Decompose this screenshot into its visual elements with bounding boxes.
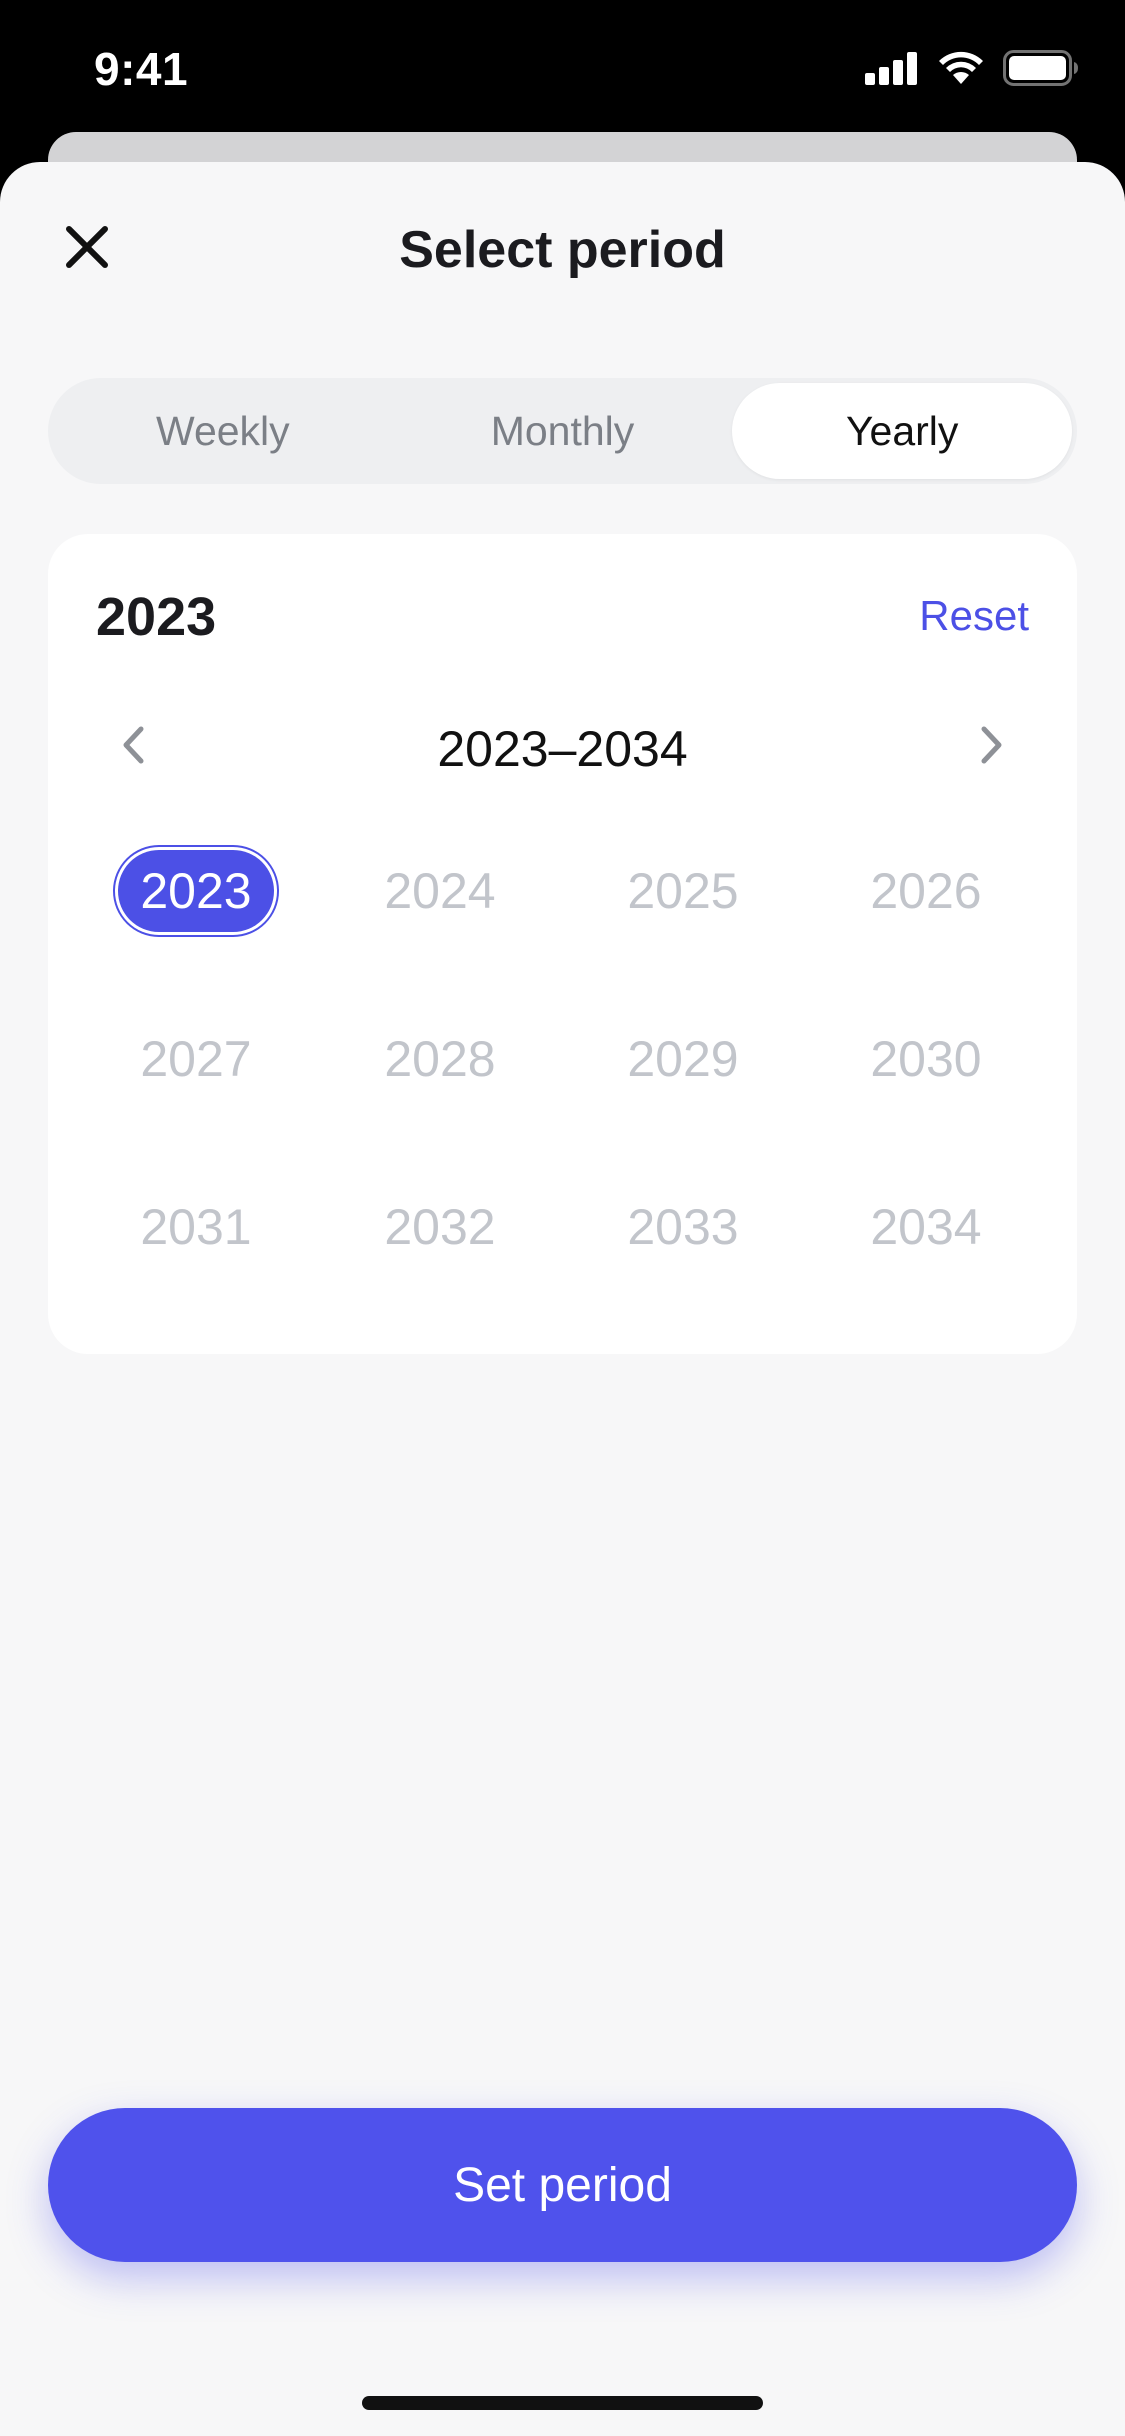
next-range-button[interactable] (961, 716, 1023, 778)
status-time: 9:41 (94, 43, 189, 95)
year-cell-2033[interactable]: 2033 (593, 1182, 773, 1272)
year-cell-2023[interactable]: 2023 (118, 850, 274, 932)
home-indicator[interactable] (362, 2396, 763, 2410)
range-label: 2023–2034 (437, 721, 688, 777)
year-cell-2031[interactable]: 2031 (106, 1182, 286, 1272)
set-period-button[interactable]: Set period (48, 2108, 1077, 2262)
year-cell-2030[interactable]: 2030 (836, 1014, 1016, 1104)
status-bar: 9:41 (0, 0, 1125, 132)
year-cell-2028[interactable]: 2028 (350, 1014, 530, 1104)
sheet-title: Select period (399, 221, 726, 279)
sheet-header: Select period (0, 162, 1125, 332)
year-grid: 2023 2024 2025 2026 2027 2028 2029 2030 … (48, 846, 1077, 1350)
screen: 9:41 Select period Weekly Monthly Yearly… (0, 0, 1125, 2436)
reset-button[interactable]: Reset (919, 592, 1029, 640)
tab-weekly[interactable]: Weekly (53, 383, 393, 479)
wifi-icon (937, 50, 985, 86)
year-picker-card: 2023 Reset 2023–2034 2023 2024 2025 2026… (48, 534, 1077, 1354)
year-cell-2025[interactable]: 2025 (593, 846, 773, 936)
range-navigation: 2023–2034 (48, 702, 1077, 792)
year-cell-2027[interactable]: 2027 (106, 1014, 286, 1104)
year-cell-2034[interactable]: 2034 (836, 1182, 1016, 1272)
year-cell-2026[interactable]: 2026 (836, 846, 1016, 936)
selected-year-label: 2023 (96, 587, 217, 647)
tab-monthly[interactable]: Monthly (393, 383, 733, 479)
status-icons (865, 50, 1079, 86)
year-cell-2032[interactable]: 2032 (350, 1182, 530, 1272)
period-sheet: Select period Weekly Monthly Yearly 2023… (0, 162, 1125, 2436)
year-cell-2024[interactable]: 2024 (350, 846, 530, 936)
period-segmented-control: Weekly Monthly Yearly (48, 378, 1077, 484)
tab-yearly[interactable]: Yearly (732, 383, 1073, 479)
cellular-signal-icon (865, 51, 919, 85)
year-cell-2029[interactable]: 2029 (593, 1014, 773, 1104)
battery-icon (1003, 50, 1079, 86)
chevron-right-icon (979, 725, 1005, 770)
